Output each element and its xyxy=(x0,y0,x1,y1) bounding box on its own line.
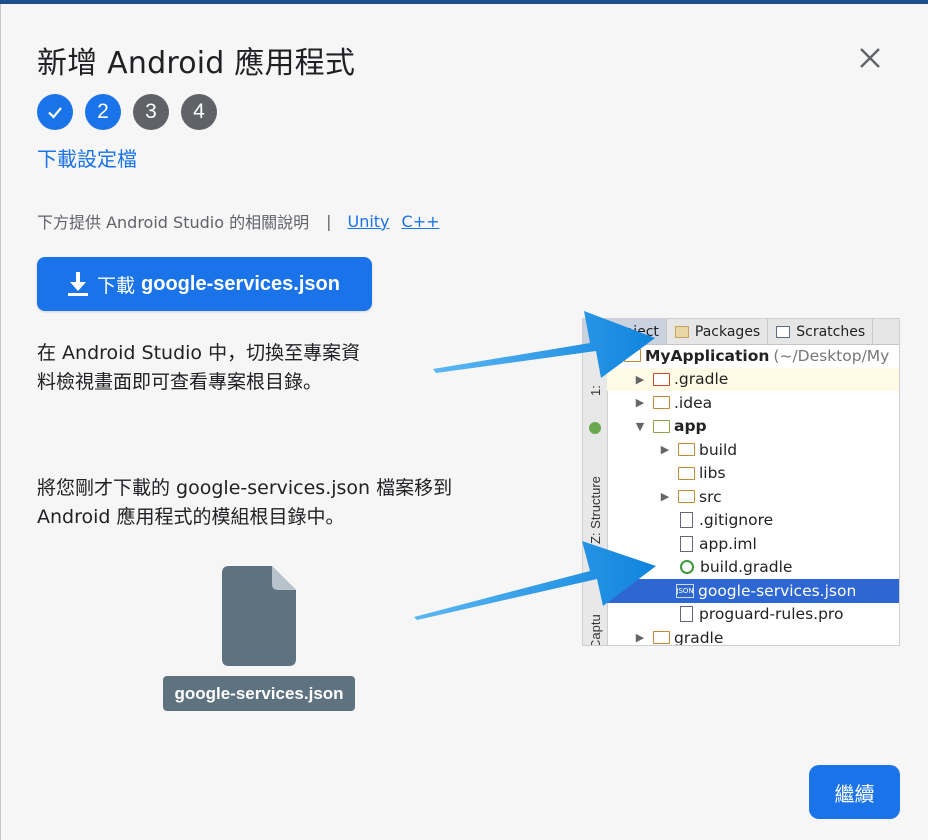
file-icon xyxy=(680,535,693,552)
close-button[interactable] xyxy=(854,42,886,74)
folder-icon xyxy=(678,490,695,504)
check-icon xyxy=(48,107,62,119)
tree-row-appiml: app.iml xyxy=(607,532,899,556)
tree-label: .gitignore xyxy=(699,511,774,530)
instruction-project-view: 在 Android Studio 中，切換至專案資 料檢視畫面即可查看專案根目錄… xyxy=(37,339,360,397)
continue-button[interactable]: 繼續 xyxy=(809,765,900,819)
docs-separator: | xyxy=(326,211,332,231)
step-2-active: 2 xyxy=(85,94,121,130)
project-tab-icon xyxy=(591,325,605,338)
docs-line: 下方提供 Android Studio 的相關說明 | Unity C++ xyxy=(37,209,452,233)
tree-label: src xyxy=(699,487,722,506)
tree-row-gradle: ▶ gradle xyxy=(607,626,899,646)
tree-label: build.gradle xyxy=(700,558,793,577)
step-3: 3 xyxy=(133,94,169,130)
tree-row-proguard: proguard-rules.pro xyxy=(607,603,899,627)
tree-label: libs xyxy=(699,464,726,483)
instruction-1-line-a: 在 Android Studio 中，切換至專案資 xyxy=(37,342,361,364)
download-icon xyxy=(68,272,88,296)
download-filename: google-services.json xyxy=(141,272,340,295)
tree-row-gitignore: .gitignore xyxy=(607,509,899,533)
gutter-project-label: 1: xyxy=(588,385,603,396)
gradle-icon xyxy=(680,560,694,575)
step-1-done xyxy=(37,94,73,130)
ide-tab-label: Scratches xyxy=(796,323,866,340)
tree-label: proguard-rules.pro xyxy=(699,605,844,624)
top-accent-bar xyxy=(0,0,928,4)
json-file-icon xyxy=(222,566,296,666)
expand-arrow-icon: ▼ xyxy=(610,349,620,363)
ide-side-gutter: 1: Z: Structure Captu xyxy=(583,344,608,646)
ide-tab-label: Project xyxy=(611,323,659,340)
dialog-title: 新增 Android 應用程式 xyxy=(37,46,356,81)
file-icon xyxy=(680,512,693,529)
ide-tab-label: Packages xyxy=(694,323,761,340)
stepper: 2 3 4 xyxy=(37,94,217,130)
tree-row-app: ▼ app xyxy=(607,415,899,439)
ide-tab-bar: Project Packages Scratches xyxy=(583,319,899,345)
expand-arrow-icon: ▶ xyxy=(660,443,670,457)
tree-row-dotgradle: ▶ .gradle xyxy=(607,367,899,391)
tree-path: (~/Desktop/My xyxy=(773,346,890,365)
tree-row-google-services: JSON google-services.json xyxy=(607,579,899,603)
instruction-2-line-a: 將您剛才下載的 google-services.json 檔案移到 xyxy=(37,477,453,499)
tree-row-libs: libs xyxy=(607,462,899,486)
tree-row-src: ▶ src xyxy=(607,485,899,509)
module-folder-icon xyxy=(653,419,670,433)
ide-tab-packages: Packages xyxy=(667,319,769,344)
instruction-2-line-b: Android 應用程式的模組根目錄中。 xyxy=(37,506,345,528)
folder-icon xyxy=(653,396,670,410)
file-chip[interactable]: google-services.json xyxy=(163,676,355,711)
tree-row-myapplication: ▼ MyApplication (~/Desktop/My xyxy=(607,344,899,368)
tree-row-idea: ▶ .idea xyxy=(607,391,899,415)
tree-label: .gradle xyxy=(674,370,729,389)
left-border xyxy=(0,4,1,840)
download-config-button[interactable]: 下載 google-services.json xyxy=(37,257,372,311)
folder-icon xyxy=(678,466,695,480)
folder-icon xyxy=(678,443,695,457)
tree-label: gradle xyxy=(674,628,724,646)
gutter-structure-label: Z: Structure xyxy=(588,476,603,544)
docs-text: 下方提供 Android Studio 的相關說明 xyxy=(37,213,310,232)
android-studio-screenshot: Project Packages Scratches 1: Z: Structu… xyxy=(582,318,900,646)
json-icon: JSON xyxy=(676,583,694,598)
step-4: 4 xyxy=(181,94,217,130)
step-label: 下載設定檔 xyxy=(37,147,137,171)
tree-label: .idea xyxy=(674,393,713,412)
close-icon xyxy=(860,48,880,68)
tree-label: google-services.json xyxy=(698,581,857,600)
folder-icon xyxy=(653,372,670,386)
folder-icon xyxy=(653,631,670,645)
tree-label: app xyxy=(674,417,707,436)
expand-arrow-icon: ▼ xyxy=(635,419,645,433)
download-prefix: 下載 xyxy=(97,274,136,297)
packages-tab-icon xyxy=(674,325,689,338)
project-tree: ▼ MyApplication (~/Desktop/My ▶ .gradle … xyxy=(607,344,899,646)
tree-label: MyApplication xyxy=(645,346,770,365)
folder-icon xyxy=(624,349,641,363)
scratches-tab-icon xyxy=(776,325,791,338)
instruction-move-file: 將您剛才下載的 google-services.json 檔案移到 Androi… xyxy=(37,474,452,532)
ide-tab-scratches: Scratches xyxy=(768,319,874,344)
cpp-link[interactable]: C++ xyxy=(402,212,440,231)
android-icon xyxy=(589,422,601,434)
expand-arrow-icon: ▶ xyxy=(660,490,670,504)
expand-arrow-icon: ▶ xyxy=(635,372,645,386)
unity-link[interactable]: Unity xyxy=(347,212,389,231)
expand-arrow-icon: ▶ xyxy=(635,631,645,645)
expand-arrow-icon: ▶ xyxy=(635,396,645,410)
tree-label: build xyxy=(699,440,738,459)
tree-label: app.iml xyxy=(699,534,757,553)
gutter-captures-label: Captu xyxy=(588,614,603,646)
ide-tab-project: Project xyxy=(583,319,667,344)
tree-row-build: ▶ build xyxy=(607,438,899,462)
instruction-1-line-b: 料檢視畫面即可查看專案根目錄。 xyxy=(37,371,323,393)
tree-row-buildgradle: build.gradle xyxy=(607,556,899,580)
file-icon xyxy=(680,606,693,623)
